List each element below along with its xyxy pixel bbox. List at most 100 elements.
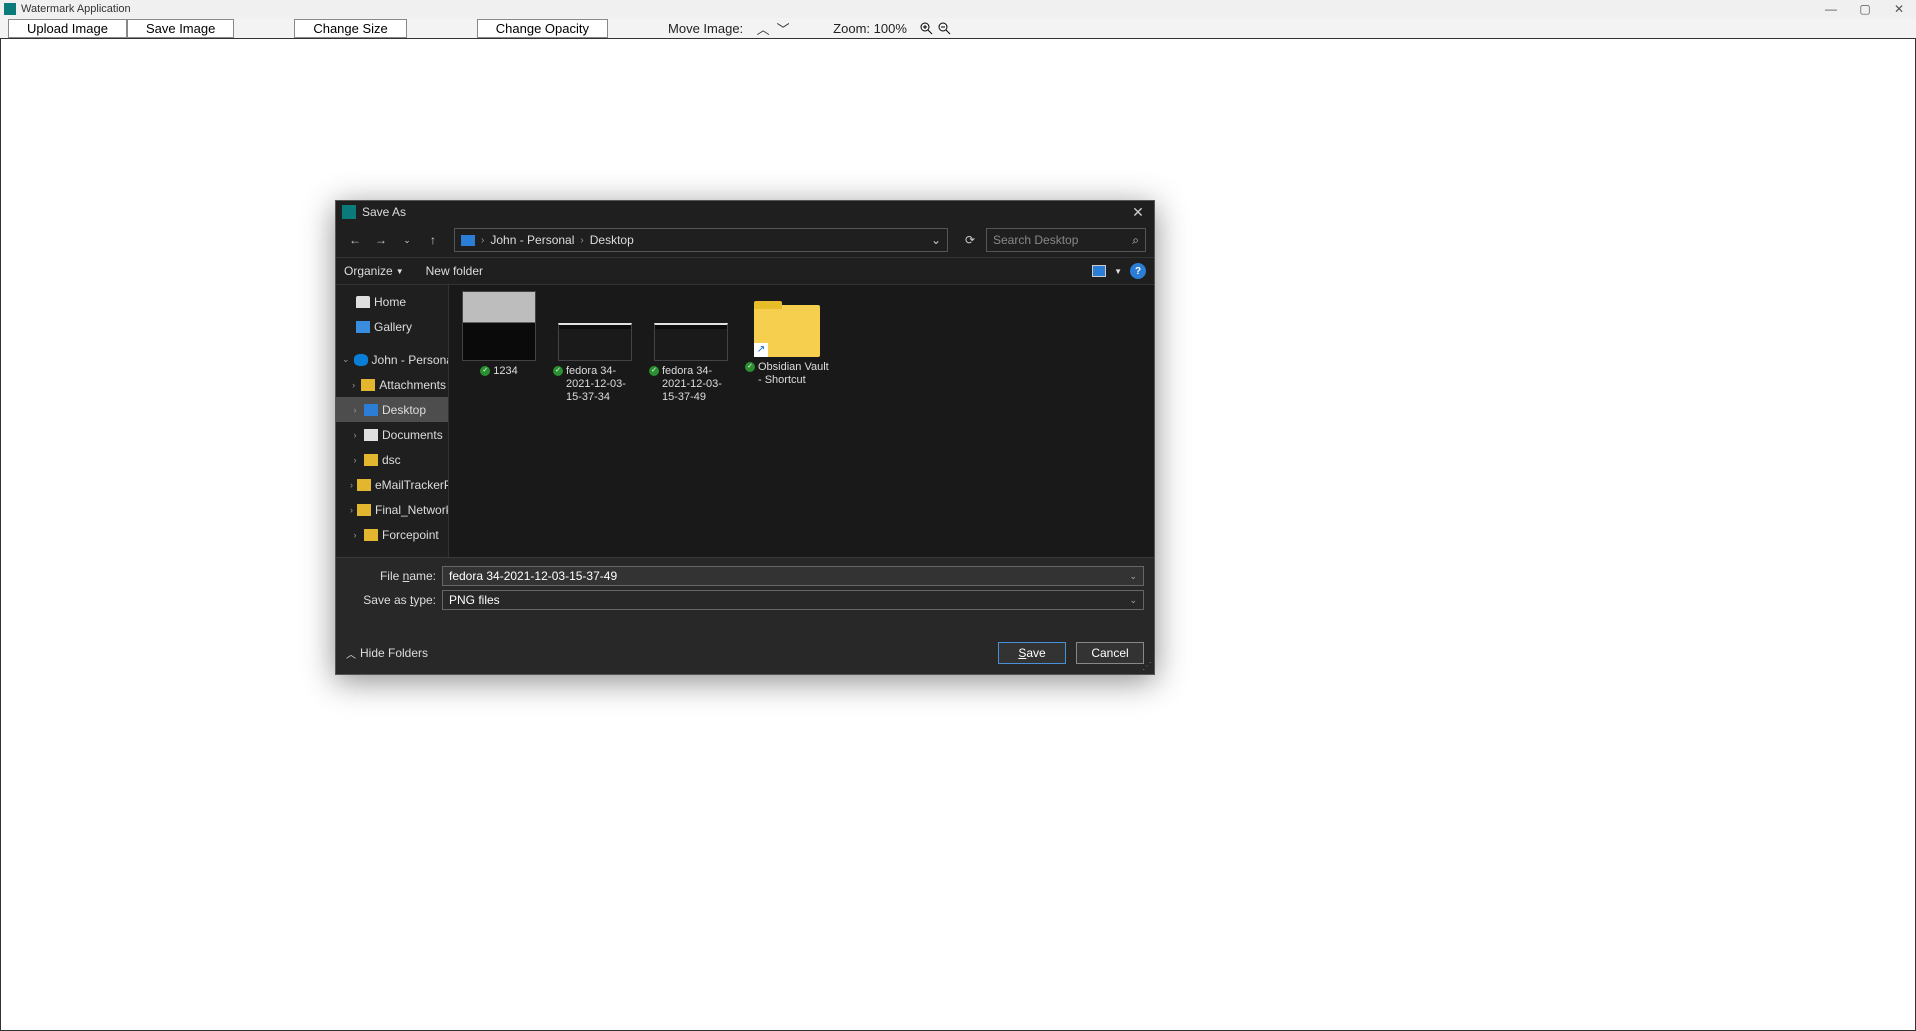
change-opacity-label: Change Opacity <box>496 21 589 36</box>
sidebar-item-gallery[interactable]: Gallery <box>336 314 448 339</box>
breadcrumb-dropdown-icon[interactable]: ⌄ <box>931 233 941 247</box>
new-folder-button[interactable]: New folder <box>426 264 483 278</box>
sidebar-item-desktop[interactable]: › Desktop <box>336 397 448 422</box>
expand-icon[interactable]: › <box>350 505 353 515</box>
sidebar-label: eMailTrackerPro <box>375 478 448 492</box>
hide-folders-label: Hide Folders <box>360 646 428 660</box>
upload-label: Upload Image <box>27 21 108 36</box>
spacer <box>336 339 448 347</box>
dropdown-icon[interactable]: ⌄ <box>1129 571 1137 582</box>
cancel-button[interactable]: Cancel <box>1076 642 1144 664</box>
home-icon <box>356 296 370 308</box>
sidebar-item-home[interactable]: Home <box>336 289 448 314</box>
nav-up-button[interactable]: ↑ <box>422 229 444 251</box>
sidebar: Home Gallery ⌄John - Personal › Attachmen… <box>336 285 449 557</box>
file-item-fedora1[interactable]: ✓fedora 34-2021-12-03-15-37-34 <box>553 291 637 405</box>
search-icon: ⌕ <box>1132 233 1139 248</box>
organize-menu[interactable]: Organize▼ <box>344 264 404 278</box>
folder-icon <box>364 529 378 541</box>
sidebar-label: Home <box>374 295 406 309</box>
sidebar-item-forcepoint[interactable]: › Forcepoint <box>336 522 448 547</box>
search-input[interactable]: Search Desktop ⌕ <box>986 228 1146 252</box>
sidebar-label: Desktop <box>382 403 426 417</box>
zoom-out-icon <box>937 21 951 35</box>
file-label: fedora 34-2021-12-03-15-37-34 <box>566 365 637 405</box>
breadcrumb[interactable]: › John - Personal › Desktop ⌄ <box>454 228 948 252</box>
dialog-toolbar: Organize▼ New folder ▼ ? <box>336 257 1154 285</box>
nav-forward-button[interactable]: → <box>370 229 392 251</box>
upload-image-button[interactable]: Upload Image <box>8 19 127 38</box>
zoom-in-icon <box>919 21 933 35</box>
sidebar-item-documents[interactable]: ›Documents <box>336 422 448 447</box>
minimize-button[interactable]: — <box>1814 0 1848 18</box>
file-label: fedora 34-2021-12-03-15-37-49 <box>662 365 733 405</box>
hide-folders-button[interactable]: ︿Hide Folders <box>346 646 428 661</box>
zoom-out-button[interactable] <box>936 20 952 36</box>
view-mode-button[interactable] <box>1092 265 1106 277</box>
breadcrumb-current[interactable]: Desktop <box>590 233 634 247</box>
cancel-label: Cancel <box>1091 646 1128 660</box>
dialog-icon <box>342 205 356 219</box>
save-image-button[interactable]: Save Image <box>127 19 234 38</box>
savetype-row: Save as type: PNG files⌄ <box>346 590 1144 610</box>
nav-back-button[interactable]: ← <box>344 229 366 251</box>
organize-label: Organize <box>344 264 393 278</box>
sidebar-label: Final_Network <box>375 503 448 517</box>
collapse-icon[interactable]: ⌄ <box>342 354 350 365</box>
file-label: Obsidian Vault - Shortcut <box>758 361 829 387</box>
change-size-button[interactable]: Change Size <box>294 19 406 38</box>
dialog-titlebar: Save As ✕ <box>336 201 1154 223</box>
folder-icon <box>357 504 371 516</box>
save-button[interactable]: Save <box>998 642 1066 664</box>
file-label: 1234 <box>493 365 517 378</box>
breadcrumb-root[interactable]: John - Personal <box>490 233 574 247</box>
expand-icon[interactable]: › <box>350 480 353 490</box>
filename-input[interactable]: fedora 34-2021-12-03-15-37-49⌄ <box>442 566 1144 586</box>
expand-icon[interactable]: › <box>350 430 360 440</box>
move-up-button[interactable]: ︿ <box>755 20 771 36</box>
sidebar-label: Forcepoint <box>382 528 439 542</box>
expand-icon[interactable]: › <box>350 380 357 390</box>
change-opacity-button[interactable]: Change Opacity <box>477 19 608 38</box>
file-item-obsidian[interactable]: ↗ ✓Obsidian Vault - Shortcut <box>745 291 829 405</box>
resize-grip-icon[interactable]: ⋰ <box>1142 661 1152 672</box>
filename-label: File name: <box>346 569 436 583</box>
savetype-select[interactable]: PNG files⌄ <box>442 590 1144 610</box>
help-button[interactable]: ? <box>1130 263 1146 279</box>
sidebar-label: Gallery <box>374 320 412 334</box>
zoom-in-button[interactable] <box>918 20 934 36</box>
file-item-fedora2[interactable]: ✓fedora 34-2021-12-03-15-37-49 <box>649 291 733 405</box>
gallery-icon <box>356 321 370 333</box>
save-as-dialog: Save As ✕ ← → ⌄ ↑ › John - Personal › De… <box>335 200 1155 675</box>
nav-recent-button[interactable]: ⌄ <box>396 229 418 251</box>
dialog-fields: File name: fedora 34-2021-12-03-15-37-49… <box>336 557 1154 620</box>
expand-icon[interactable]: › <box>350 455 360 465</box>
sidebar-item-dsc[interactable]: › dsc <box>336 447 448 472</box>
sidebar-item-final[interactable]: › Final_Network <box>336 497 448 522</box>
sidebar-label: dsc <box>382 453 401 467</box>
app-title: Watermark Application <box>21 3 131 15</box>
dialog-close-button[interactable]: ✕ <box>1128 204 1148 221</box>
save-label: Save Image <box>146 21 215 36</box>
dropdown-icon[interactable]: ⌄ <box>1129 595 1137 606</box>
sidebar-item-attachments[interactable]: › Attachments <box>336 372 448 397</box>
expand-icon[interactable]: › <box>350 405 360 415</box>
file-item-1234[interactable]: ✓1234 <box>457 291 541 405</box>
sidebar-item-email[interactable]: › eMailTrackerPro <box>336 472 448 497</box>
close-button[interactable]: ✕ <box>1882 0 1916 18</box>
sync-status-icon: ✓ <box>745 362 755 372</box>
sidebar-item-personal[interactable]: ⌄John - Personal <box>336 347 448 372</box>
folder-icon <box>364 454 378 466</box>
sync-status-icon: ✓ <box>649 366 659 376</box>
maximize-button[interactable]: ▢ <box>1848 0 1882 18</box>
zoom-label: Zoom: 100% <box>823 21 917 36</box>
refresh-button[interactable]: ⟳ <box>958 228 982 252</box>
folder-icon: ↗ <box>754 305 820 357</box>
sidebar-label: Attachments <box>379 378 446 392</box>
move-down-button[interactable]: ﹀ <box>775 20 791 36</box>
chevron-down-icon[interactable]: ▼ <box>1114 267 1122 276</box>
file-area[interactable]: ✓1234 ✓fedora 34-2021-12-03-15-37-34 ✓fe… <box>449 285 1154 557</box>
expand-icon[interactable]: › <box>350 530 360 540</box>
dialog-title: Save As <box>362 205 406 219</box>
chevron-right-icon: › <box>481 235 484 246</box>
